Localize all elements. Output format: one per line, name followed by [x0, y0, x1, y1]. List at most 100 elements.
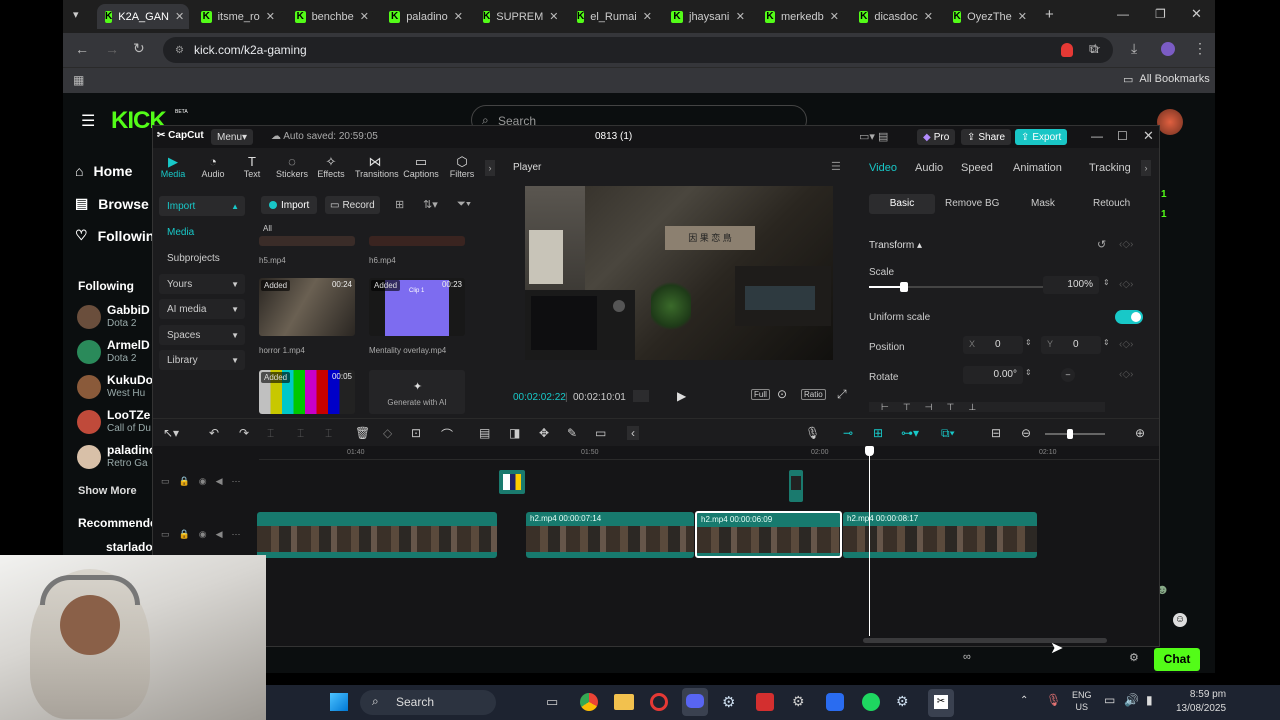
tab-animation[interactable]: Animation — [1013, 162, 1062, 174]
tool-filters[interactable]: ⬡ Filters — [442, 154, 482, 179]
all-filter-label[interactable]: All — [263, 224, 272, 233]
rotate-stepper-icon[interactable]: ⇕ — [1025, 368, 1032, 377]
uniform-scale-toggle[interactable] — [1115, 310, 1143, 324]
steam-icon[interactable]: ⚙ — [722, 693, 735, 711]
followed-channel[interactable]: GabbiD Dota 2 — [77, 303, 157, 335]
tab-audio[interactable]: Audio — [915, 162, 943, 174]
position-y-field[interactable]: Y0 — [1041, 336, 1101, 354]
tab-search-icon[interactable]: ▾ — [73, 8, 79, 21]
link-main-track-icon[interactable]: ⊸ — [843, 426, 853, 440]
tab-tracking[interactable]: Tracking — [1089, 162, 1131, 174]
snapshot-icon[interactable]: ⊙ — [777, 387, 787, 401]
side-media[interactable]: Media — [159, 222, 245, 242]
tool-text[interactable]: T Text — [232, 154, 272, 179]
media-thumb-h5[interactable] — [259, 236, 355, 246]
cc-minimize-icon[interactable]: — — [1091, 129, 1103, 143]
freeze-icon[interactable]: ▤ — [479, 426, 490, 440]
chat-settings-icon[interactable]: ⚙ — [1129, 651, 1139, 664]
followed-channel[interactable]: paladino Retro Ga — [77, 443, 157, 475]
timeline-clip[interactable]: h2.mp4 00:00:07:14 — [526, 512, 694, 558]
back-icon[interactable]: ← — [75, 41, 89, 57]
tab-oyezthe[interactable]: K OyezThe ✕ — [945, 4, 1035, 29]
side-yours[interactable]: Yours ▼ — [159, 274, 245, 294]
tools-scroll-right-icon[interactable]: › — [485, 160, 495, 176]
close-tab-icon[interactable]: ✕ — [448, 10, 463, 23]
collapse-toolbar-icon[interactable]: ‹ — [627, 426, 639, 440]
side-import[interactable]: Import ▲ — [159, 196, 245, 216]
zoom-slider[interactable] — [1045, 429, 1105, 439]
overlay-clip[interactable] — [789, 470, 803, 502]
all-bookmarks[interactable]: ▭ All Bookmarks — [1123, 73, 1210, 86]
tab-video[interactable]: Video — [869, 162, 897, 174]
new-tab-icon[interactable]: + — [1045, 6, 1054, 23]
side-spaces[interactable]: Spaces ▼ — [159, 325, 245, 345]
delete-icon[interactable]: 🗑 — [355, 426, 370, 440]
file-explorer-icon[interactable] — [614, 694, 634, 710]
video-preview[interactable]: 因 果 恋 鳥 — [525, 186, 833, 360]
download-icon[interactable]: ⤓ — [1131, 40, 1137, 57]
tab-dicasdoc[interactable]: Kdicasdoc ✕ — [851, 4, 941, 29]
generate-ai-card[interactable]: ✦ Generate with AI — [369, 370, 465, 414]
pos-x-stepper-icon[interactable]: ⇕ — [1025, 338, 1032, 347]
subtab-remove-bg[interactable]: Remove BG — [945, 198, 999, 209]
wps-icon[interactable] — [756, 693, 774, 711]
tab-itsme[interactable]: Kitsme_ro ✕ — [193, 4, 283, 29]
close-tab-icon[interactable]: ✕ — [543, 10, 558, 23]
menu-button[interactable]: Menu ▾ — [211, 129, 254, 145]
apps-grid-icon[interactable]: ▦ — [73, 73, 84, 87]
nav-browse[interactable]: ▤ Browse — [75, 195, 149, 212]
tab-paladino[interactable]: Kpaladino ✕ — [381, 4, 471, 29]
mirror-icon[interactable]: ◨ — [509, 426, 520, 440]
cc-maximize-icon[interactable]: ☐ — [1117, 129, 1128, 143]
extension-red-icon[interactable] — [1061, 43, 1073, 57]
subtab-basic[interactable]: Basic — [869, 194, 935, 214]
profile-avatar[interactable] — [1161, 42, 1175, 56]
followed-channel[interactable]: KukuDo West Hu — [77, 373, 157, 405]
crop-icon[interactable]: ⊡ — [411, 426, 421, 440]
close-tab-icon[interactable]: ✕ — [824, 10, 839, 23]
url-field[interactable]: ⚙ kick.com/k2a-gaming ☆ — [163, 37, 1113, 63]
hamburger-menu-icon[interactable]: ☰ — [81, 111, 95, 131]
tab-merkedb[interactable]: Kmerkedb ✕ — [757, 4, 847, 29]
props-scroll-right-icon[interactable]: › — [1141, 160, 1151, 176]
rotate-value-field[interactable]: 0.00° — [963, 366, 1023, 384]
redo-icon[interactable]: ↷ — [239, 426, 249, 440]
time-ruler[interactable]: 01:40 01:50 02:00 02:10 — [259, 446, 1159, 460]
site-info-icon[interactable]: ⚙ — [175, 45, 184, 56]
pro-button[interactable]: ◆ Pro — [917, 129, 956, 145]
scale-value-field[interactable]: 100% — [1043, 276, 1099, 294]
cc-close-icon[interactable]: ✕ — [1143, 128, 1154, 144]
task-view-icon[interactable]: ▭ — [546, 694, 558, 710]
rotate-dial-icon[interactable]: – — [1061, 368, 1075, 382]
pos-y-stepper-icon[interactable]: ⇕ — [1103, 338, 1110, 347]
language-indicator[interactable]: ENG US — [1072, 689, 1092, 713]
close-tab-icon[interactable]: ✕ — [169, 10, 184, 23]
ratio-button[interactable]: Ratio — [801, 389, 826, 400]
tool-effects[interactable]: ✧ Effects — [311, 154, 351, 179]
overlay-track-controls[interactable]: ▭🔒◉◀⋯ — [161, 476, 249, 487]
microphone-icon[interactable]: 🎙 — [805, 426, 820, 440]
nav-following[interactable]: ♡ Following — [75, 227, 163, 244]
fullscreen-icon[interactable]: ⤢ — [837, 387, 847, 402]
select-tool-icon[interactable]: ↖▾ — [163, 426, 179, 440]
followed-channel[interactable]: ArmelD Dota 2 — [77, 338, 157, 370]
side-ai-media[interactable]: AI media ▼ — [159, 299, 245, 319]
tray-overflow-icon[interactable]: ⌃ — [1020, 695, 1028, 706]
close-tab-icon[interactable]: ✕ — [260, 10, 275, 23]
timeline-clip[interactable] — [257, 512, 497, 558]
view-grid-icon[interactable]: ⊞ — [395, 198, 404, 211]
auto-snap-icon[interactable]: ⊞ — [873, 426, 883, 440]
captions-tool-icon[interactable]: ▭ — [595, 426, 606, 440]
tool-stickers[interactable]: ◌ Stickers — [272, 154, 312, 179]
mic-tray-icon[interactable]: 🎙 — [1046, 693, 1061, 707]
timecode-mode-icon[interactable] — [633, 390, 649, 402]
emoji-picker-icon[interactable]: ☺ — [1173, 613, 1187, 627]
battery-icon[interactable]: ▮ — [1146, 693, 1153, 707]
share-button[interactable]: ⇪ Share — [961, 129, 1012, 145]
chrome-taskbar-icon[interactable] — [580, 693, 598, 711]
media-thumb-h6[interactable] — [369, 236, 465, 246]
player-menu-icon[interactable]: ☰ — [831, 160, 841, 173]
side-library[interactable]: Library ▼ — [159, 350, 245, 370]
recommended-channel[interactable]: starlado — [106, 540, 153, 554]
transform-icon[interactable]: ✥ — [539, 426, 549, 440]
